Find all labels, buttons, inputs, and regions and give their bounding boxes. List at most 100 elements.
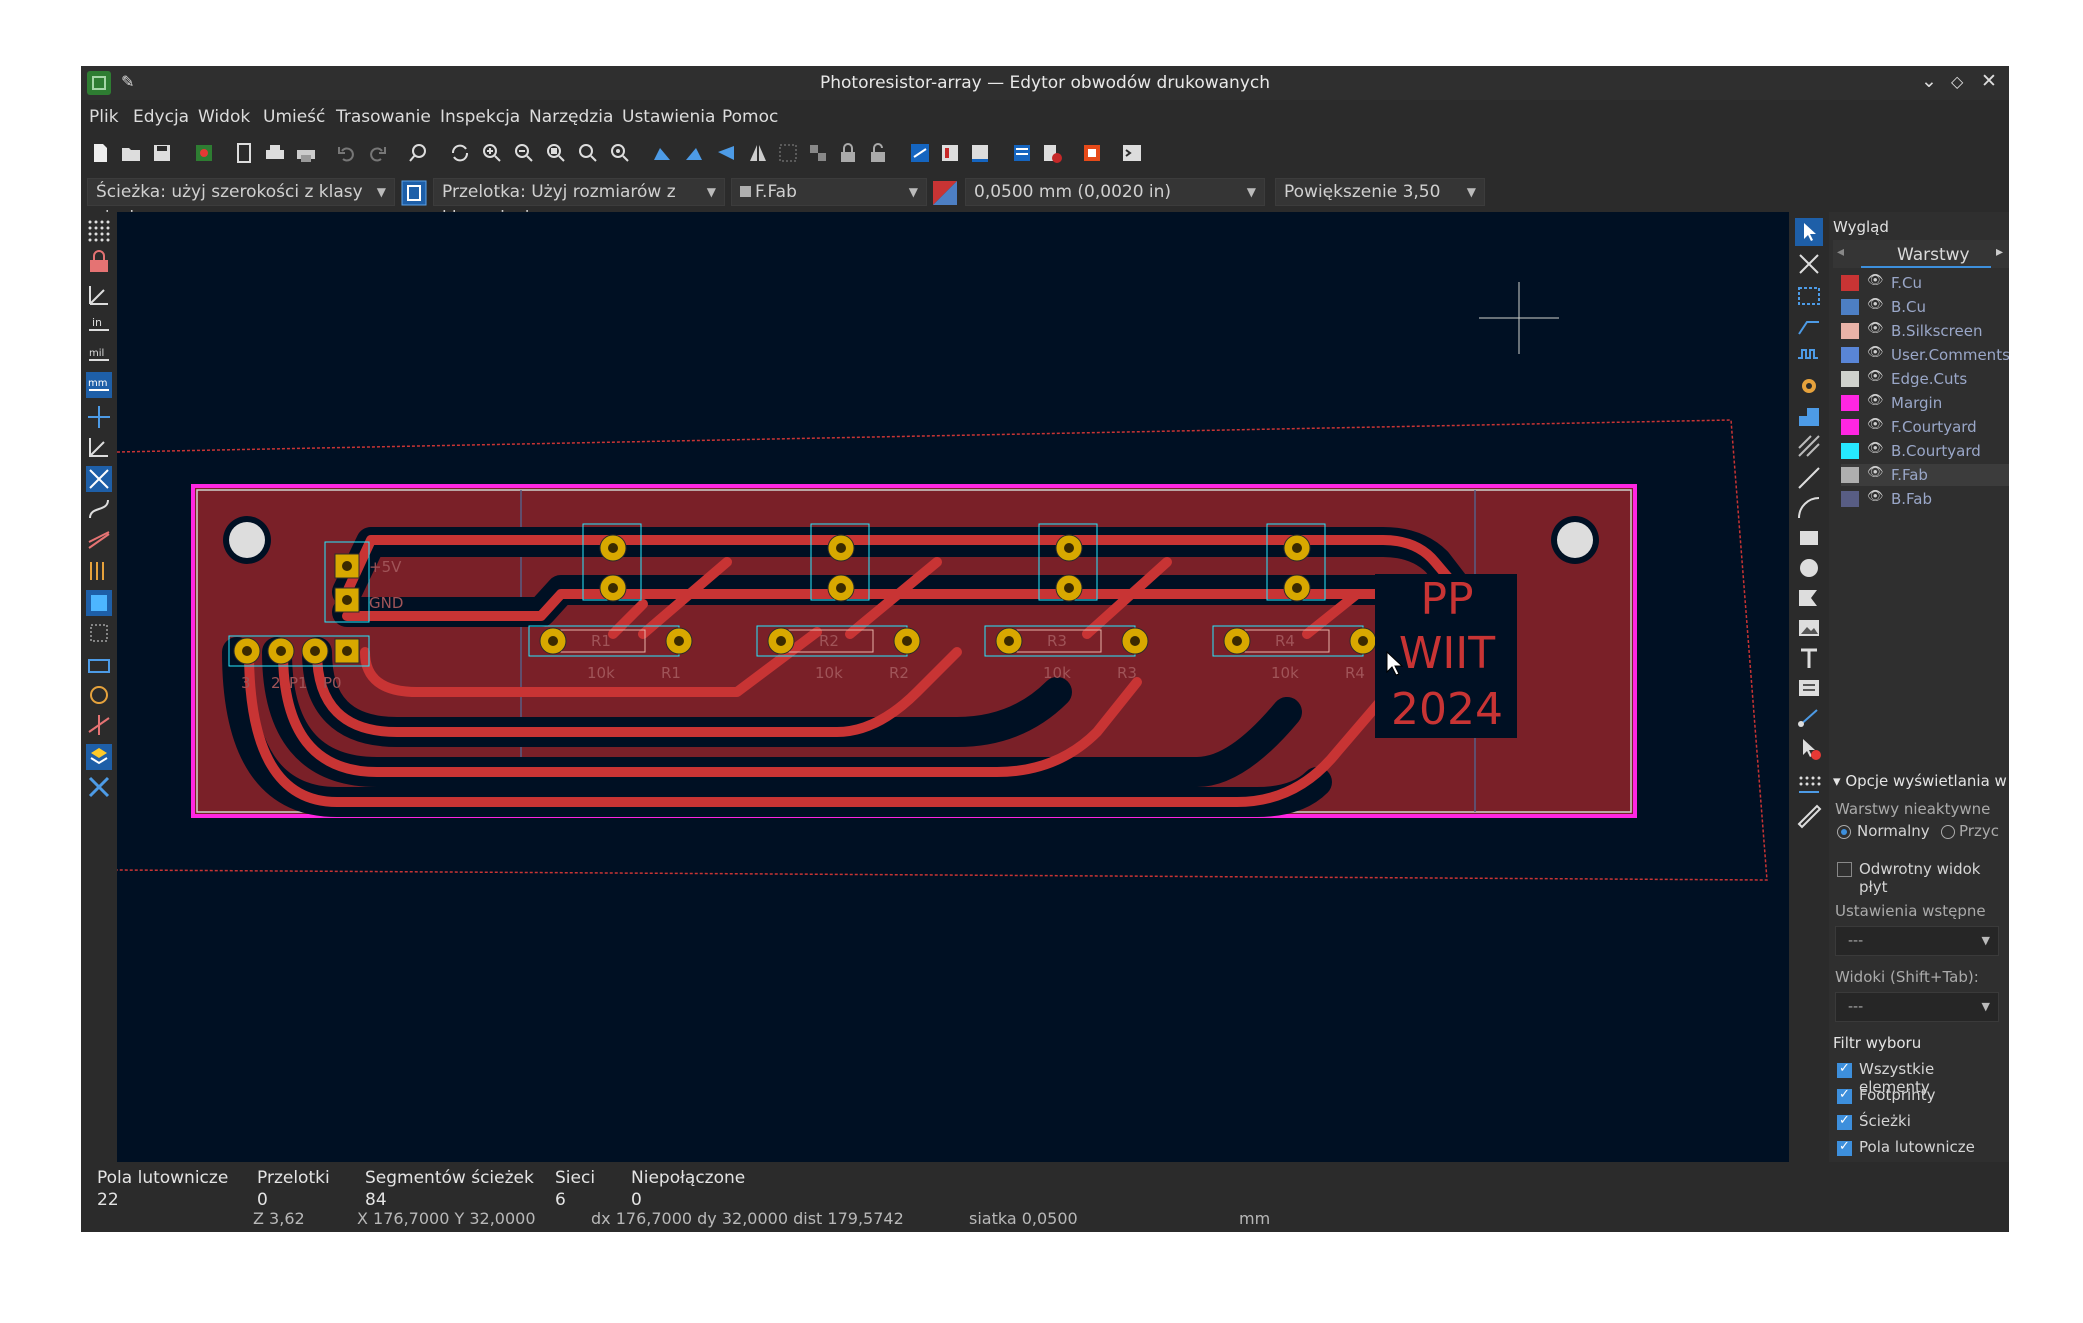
zoom-select[interactable]: Powiększenie 3,50 ▼ bbox=[1275, 178, 1485, 206]
layer-manager-icon[interactable] bbox=[86, 744, 112, 770]
flip-icon[interactable] bbox=[715, 142, 737, 164]
via-outline-icon[interactable] bbox=[86, 682, 112, 708]
board-setup-icon[interactable] bbox=[193, 142, 215, 164]
pcb-canvas[interactable]: +5V GND 3 2 P1 P0 R1 R2 R3 R4 10k 10k 10… bbox=[117, 212, 1789, 1162]
menu-place[interactable]: Umieść bbox=[263, 107, 325, 127]
layer-row-fcourtyard[interactable]: 👁 F.Courtyard bbox=[1841, 416, 2009, 438]
chevron-right-icon[interactable]: ▸ bbox=[1996, 244, 2003, 260]
filter-footprints-checkbox[interactable] bbox=[1837, 1087, 1852, 1104]
layer-swatch[interactable] bbox=[1841, 467, 1859, 483]
display-options-header[interactable]: ▾ Opcje wyświetlania w bbox=[1833, 772, 2007, 790]
track-outline-icon[interactable] bbox=[86, 652, 112, 678]
zoom-out-icon[interactable] bbox=[513, 142, 535, 164]
pcb-drawing[interactable]: +5V GND 3 2 P1 P0 R1 R2 R3 R4 10k 10k 10… bbox=[117, 212, 1789, 1162]
lock-icon[interactable] bbox=[837, 142, 859, 164]
add-textbox-icon[interactable] bbox=[1795, 674, 1823, 702]
radio-dim[interactable] bbox=[1941, 825, 1955, 839]
select-tool-icon[interactable] bbox=[1795, 218, 1823, 246]
mirror-icon[interactable] bbox=[747, 142, 769, 164]
eye-icon[interactable]: 👁 bbox=[1867, 297, 1884, 312]
layer-row-bcu[interactable]: 👁 B.Cu bbox=[1841, 296, 2009, 318]
grid-override-icon[interactable] bbox=[86, 250, 112, 276]
layer-swatch[interactable] bbox=[1841, 371, 1859, 387]
zoom-fit-icon[interactable] bbox=[545, 142, 567, 164]
menu-route[interactable]: Trasowanie bbox=[336, 107, 431, 127]
open-icon[interactable] bbox=[120, 142, 142, 164]
grid-select[interactable]: 0,0500 mm (0,0020 in) ▼ bbox=[965, 178, 1265, 206]
menu-inspect[interactable]: Inspekcja bbox=[440, 107, 520, 127]
layer-row-margin[interactable]: 👁 Margin bbox=[1841, 392, 2009, 414]
grid-origin-icon[interactable] bbox=[1795, 772, 1823, 800]
zoom-in-icon[interactable] bbox=[481, 142, 503, 164]
measure-tool-icon[interactable] bbox=[1795, 802, 1823, 830]
zone-outline-icon[interactable] bbox=[86, 620, 112, 646]
eye-icon[interactable]: 👁 bbox=[1867, 321, 1884, 336]
eye-icon[interactable]: 👁 bbox=[1867, 393, 1884, 408]
eye-icon[interactable]: 👁 bbox=[1867, 417, 1884, 432]
units-inch-icon[interactable]: in bbox=[86, 312, 112, 338]
zone-fill-icon[interactable] bbox=[86, 590, 112, 616]
flip-view-checkbox[interactable] bbox=[1837, 862, 1852, 877]
netlist-icon[interactable] bbox=[1011, 142, 1033, 164]
chevron-left-icon[interactable]: ◂ bbox=[1837, 244, 1844, 260]
curved-ratsnest-icon[interactable] bbox=[86, 496, 112, 522]
add-dimension-icon[interactable] bbox=[1795, 704, 1823, 732]
board-text-line-3[interactable]: 2024 bbox=[1391, 684, 1503, 735]
undo-icon[interactable] bbox=[336, 142, 358, 164]
tune-length-icon[interactable] bbox=[1795, 342, 1823, 370]
eye-icon[interactable]: 👁 bbox=[1867, 273, 1884, 288]
eye-icon[interactable]: 👁 bbox=[1867, 465, 1884, 480]
layer-swatch[interactable] bbox=[1841, 491, 1859, 507]
menu-file[interactable]: Plik bbox=[89, 107, 119, 127]
footprint-browser-icon[interactable] bbox=[969, 142, 991, 164]
layer-row-edgecuts[interactable]: 👁 Edge.Cuts bbox=[1841, 368, 2009, 390]
layer-row-usercomments[interactable]: 👁 User.Comments bbox=[1841, 344, 2009, 366]
page-settings-icon[interactable] bbox=[233, 142, 255, 164]
rotate-cw-icon[interactable] bbox=[683, 142, 705, 164]
ratsnest-toggle-icon[interactable] bbox=[86, 466, 112, 492]
filter-pads-checkbox[interactable] bbox=[1837, 1139, 1852, 1156]
layer-swatch[interactable] bbox=[1841, 347, 1859, 363]
layer-row-bsilk[interactable]: 👁 B.Silkscreen bbox=[1841, 320, 2009, 342]
track-width-select[interactable]: Ścieżka: użyj szerokości z klasy sieci▼ bbox=[87, 178, 395, 228]
layer-row-ffab[interactable]: 👁 F.Fab bbox=[1841, 464, 2009, 486]
highlight-net-icon[interactable] bbox=[1795, 250, 1823, 278]
refresh-icon[interactable] bbox=[449, 142, 471, 164]
layer-row-bcourtyard[interactable]: 👁 B.Courtyard bbox=[1841, 440, 2009, 462]
schematic-icon[interactable] bbox=[1081, 142, 1103, 164]
add-via-icon[interactable] bbox=[1795, 372, 1823, 400]
menu-help[interactable]: Pomoc bbox=[722, 107, 778, 127]
layer-pair-icon[interactable] bbox=[933, 181, 957, 205]
menu-tools[interactable]: Narzędzia bbox=[529, 107, 613, 127]
layer-swatch[interactable] bbox=[1841, 323, 1859, 339]
print-icon[interactable] bbox=[264, 142, 286, 164]
ungroup-icon[interactable] bbox=[807, 142, 829, 164]
units-mm-icon[interactable]: mm bbox=[86, 372, 112, 398]
board-text-line-2[interactable]: WIIT bbox=[1399, 628, 1495, 679]
footprint-editor-icon[interactable] bbox=[939, 142, 961, 164]
drc-icon[interactable] bbox=[1041, 142, 1063, 164]
net-highlight-icon[interactable] bbox=[86, 712, 112, 738]
filter-all-checkbox[interactable] bbox=[1837, 1061, 1852, 1078]
views-select[interactable]: --- ▼ bbox=[1835, 992, 1999, 1022]
add-text-icon[interactable] bbox=[1795, 644, 1823, 672]
grid-icon[interactable] bbox=[86, 218, 112, 244]
presets-select[interactable]: --- ▼ bbox=[1835, 926, 1999, 956]
cursor-crosshair-icon[interactable] bbox=[86, 404, 112, 430]
add-footprint-icon[interactable] bbox=[1795, 282, 1823, 310]
layer-row-fcu[interactable]: 👁 F.Cu bbox=[1841, 272, 2009, 294]
menu-edit[interactable]: Edycja bbox=[133, 107, 189, 127]
draw-arc-icon[interactable] bbox=[1795, 494, 1823, 522]
draw-rectangle-icon[interactable] bbox=[1795, 524, 1823, 552]
filter-tracks-checkbox[interactable] bbox=[1837, 1113, 1852, 1130]
high-contrast-icon[interactable] bbox=[86, 528, 112, 554]
local-coords-icon[interactable] bbox=[86, 434, 112, 460]
zoom-selection-icon[interactable] bbox=[609, 142, 631, 164]
close-icon[interactable]: ✕ bbox=[1981, 70, 1997, 92]
layer-swatch[interactable] bbox=[1841, 395, 1859, 411]
eye-icon[interactable]: 👁 bbox=[1867, 489, 1884, 504]
units-mil-icon[interactable]: mil bbox=[86, 342, 112, 368]
menu-view[interactable]: Widok bbox=[198, 107, 250, 127]
maximize-icon[interactable]: ◇ bbox=[1951, 72, 1963, 91]
find-icon[interactable] bbox=[407, 142, 429, 164]
